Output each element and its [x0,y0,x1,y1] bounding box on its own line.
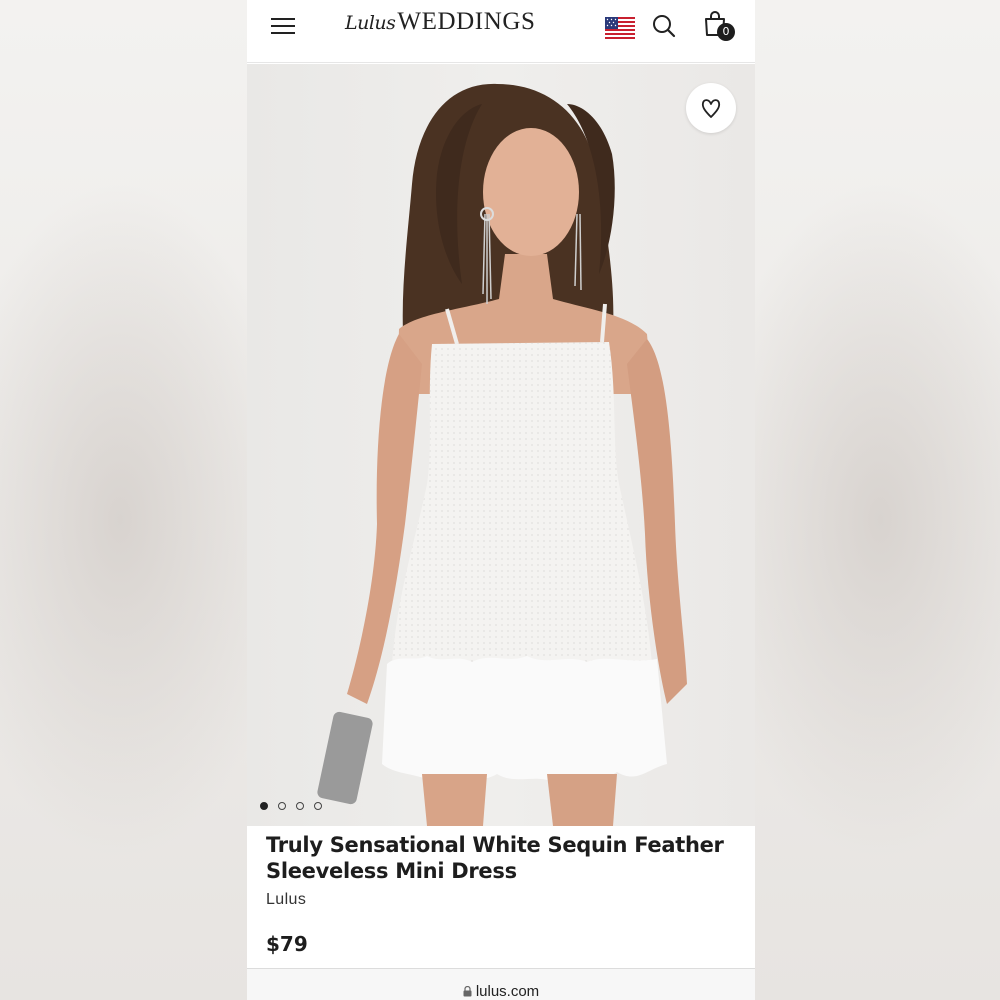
product-brand: Lulus [266,891,307,908]
product-image[interactable] [247,64,755,826]
carousel-dot-3[interactable] [296,802,304,810]
site-header: Lulus WEDDINGS 0 [247,0,755,63]
heart-icon [701,99,721,118]
logo-script-text: Lulus [345,12,396,34]
url-text: lulus.com [475,983,540,1000]
cart-count-badge: 0 [717,23,735,41]
mobile-screen: Lulus WEDDINGS 0 Truly Sensational White… [247,0,755,1000]
wishlist-button[interactable] [686,83,736,133]
url-display: lulus.com [247,983,755,1000]
lock-icon [463,986,472,997]
carousel-dot-1[interactable] [260,802,268,810]
logo-main-text: WEDDINGS [397,8,536,35]
menu-icon[interactable] [271,15,297,37]
browser-url-bar[interactable]: lulus.com [247,968,755,1000]
us-flag-icon[interactable] [605,17,635,39]
image-carousel-dots [260,802,322,810]
product-price: $79 [266,932,308,956]
search-icon[interactable] [652,14,676,38]
site-logo[interactable]: Lulus WEDDINGS [345,8,536,42]
carousel-dot-4[interactable] [314,802,322,810]
product-title[interactable]: Truly Sensational White Sequin Feather S… [266,832,736,884]
model-photo [317,83,687,826]
carousel-dot-2[interactable] [278,802,286,810]
